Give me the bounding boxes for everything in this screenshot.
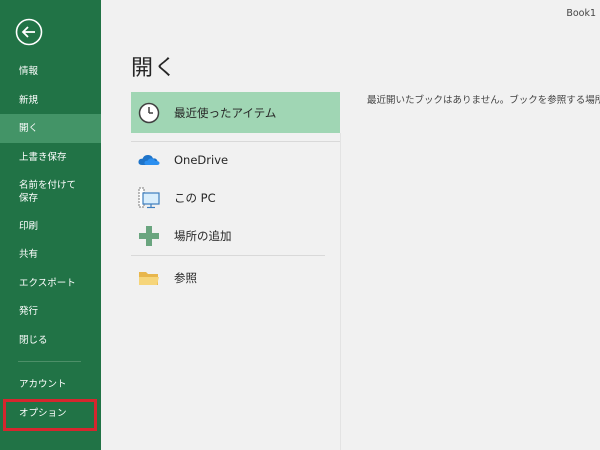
sidebar-item-account[interactable]: アカウント — [0, 378, 101, 391]
sidebar-item-export[interactable]: エクスポート — [0, 277, 101, 290]
sidebar-item-close[interactable]: 閉じる — [0, 334, 101, 347]
location-label: 場所の追加 — [174, 229, 232, 243]
sidebar-item-label: 新規 — [19, 95, 39, 106]
computer-icon — [137, 186, 161, 210]
backstage-sidebar: 情報 新規 開く 上書き保存 名前を付けて 保存 印刷 共有 エクスポート 発行… — [0, 0, 101, 450]
sidebar-item-publish[interactable]: 発行 — [0, 305, 101, 318]
sidebar-item-label: 開く — [19, 123, 39, 134]
plus-icon — [137, 224, 161, 248]
sidebar-item-label: 名前を付けて — [19, 180, 77, 191]
location-recent[interactable]: 最近使ったアイテム — [131, 92, 340, 133]
back-arrow-icon — [15, 18, 43, 46]
sidebar-item-open[interactable]: 開く — [0, 114, 101, 143]
location-label: OneDrive — [174, 153, 229, 167]
panel-separator — [340, 133, 341, 450]
sidebar-item-label: エクスポート — [19, 278, 76, 289]
sidebar-item-label: オプション — [19, 408, 67, 419]
sidebar-item-save-as[interactable]: 名前を付けて 保存 — [0, 179, 101, 205]
sidebar-item-options[interactable]: オプション — [0, 407, 101, 420]
folder-icon — [137, 266, 161, 290]
sidebar-item-label-line2: 保存 — [19, 193, 39, 204]
sidebar-item-label: 閉じる — [19, 335, 48, 346]
location-label: 参照 — [174, 271, 197, 285]
sidebar-item-new[interactable]: 新規 — [0, 94, 101, 107]
location-add-place[interactable]: 場所の追加 — [131, 217, 340, 255]
location-this-pc[interactable]: この PC — [131, 179, 340, 217]
location-label: この PC — [174, 191, 216, 205]
clock-icon — [137, 101, 161, 125]
sidebar-item-label: 印刷 — [19, 221, 39, 232]
page-title: 開く — [131, 56, 178, 81]
sidebar-item-print[interactable]: 印刷 — [0, 220, 101, 233]
sidebar-item-label: 情報 — [19, 66, 39, 77]
sidebar-item-share[interactable]: 共有 — [0, 248, 101, 261]
sidebar-item-label: アカウント — [19, 379, 67, 390]
sidebar-item-info[interactable]: 情報 — [0, 65, 101, 78]
back-button[interactable] — [15, 18, 43, 46]
sidebar-item-save[interactable]: 上書き保存 — [0, 151, 101, 164]
location-browse[interactable]: 参照 — [131, 259, 340, 297]
sidebar-divider — [18, 361, 81, 362]
cloud-icon — [137, 148, 161, 172]
backstage-view: 情報 新規 開く 上書き保存 名前を付けて 保存 印刷 共有 エクスポート 発行… — [0, 0, 600, 450]
workbook-title: Book1 — [566, 8, 596, 19]
sidebar-item-label: 発行 — [19, 306, 39, 317]
location-divider — [131, 255, 325, 256]
location-onedrive[interactable]: OneDrive — [131, 141, 340, 179]
sidebar-item-label: 上書き保存 — [19, 152, 67, 163]
recent-empty-message: 最近開いたブックはありません。ブックを参照する場所を選択してください — [367, 95, 600, 106]
sidebar-item-label: 共有 — [19, 249, 39, 260]
location-label: 最近使ったアイテム — [174, 105, 277, 120]
